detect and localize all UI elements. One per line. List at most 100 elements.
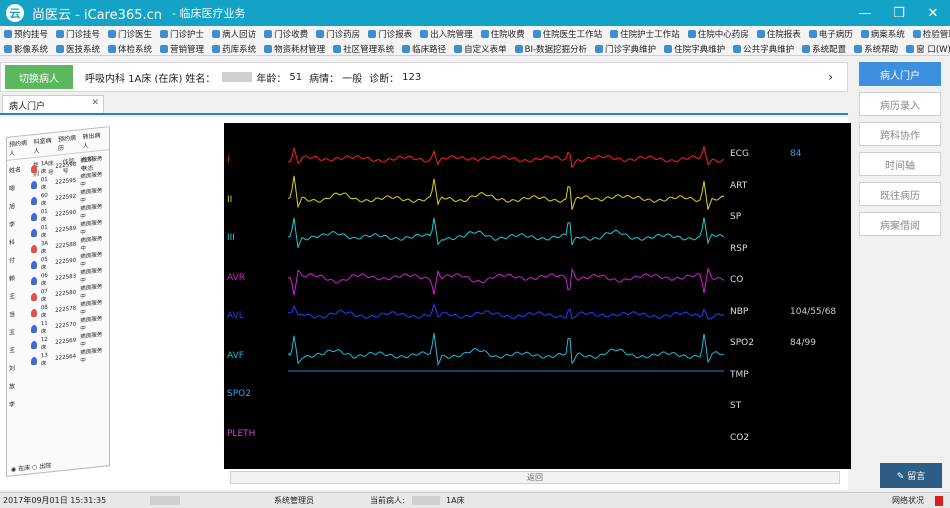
menu-icon [610,29,619,38]
name-cell: 嗯 [9,185,16,193]
menu-label: 营销管理 [170,44,205,55]
menu-item-r1-6[interactable]: 门诊药房 [312,28,364,40]
menu-item-r2-2[interactable]: 体检系统 [104,43,156,55]
status-current-label: 当前病人: [370,496,405,505]
param-value: 84 [790,149,802,159]
panel-footer: ◉ 在床 ○ 出院 [11,462,52,474]
param-label: ST [730,401,742,411]
menu-label: 窗 口(W) [916,44,950,55]
person-icon [31,196,37,206]
menu-item-r2-14[interactable]: 系统帮助 [850,43,902,55]
lead-label: I [227,155,230,165]
menu-item-r1-8[interactable]: 出入院管理 [416,28,477,40]
nav-item-2[interactable]: 跨科协作 [859,122,941,146]
close-icon[interactable]: ✕ [91,98,99,108]
menu-item-r1-11[interactable]: 住院护士工作站 [606,28,684,40]
back-button[interactable]: 返回 [230,471,840,484]
menu-item-r1-10[interactable]: 住院医生工作站 [529,28,607,40]
patient-diag-label: 诊断： [369,73,400,85]
name-cell: 放 [9,383,16,391]
menu-item-r2-4[interactable]: 药库系统 [208,43,260,55]
menu-item-r2-7[interactable]: 临床路径 [398,43,450,55]
menu-item-r2-11[interactable]: 住院字典维护 [660,43,729,55]
nav-item-3[interactable]: 时间轴 [859,152,941,176]
param-label: RSP [730,243,748,254]
cell-bed: 05床 [40,256,48,272]
chevron-right-icon[interactable]: › [828,70,833,84]
menu-item-r2-3[interactable]: 营销管理 [156,43,208,55]
menu-item-r1-0[interactable]: 预约挂号 [0,28,52,40]
close-window-button[interactable]: ✕ [916,6,950,21]
switch-patient-button[interactable]: 切换病人 [5,65,73,89]
menu-item-r2-9[interactable]: BI-数据挖掘分析 [511,43,591,55]
person-icon [31,340,37,350]
menu-item-r1-13[interactable]: 住院报表 [753,28,805,40]
panel-tab[interactable]: 预约病历 [58,132,80,153]
menu-icon [595,44,604,53]
menu-item-r1-15[interactable]: 病案系统 [857,28,909,40]
restore-button[interactable]: ❐ [882,6,916,21]
menu-label: 门诊护士 [170,29,205,40]
nav-item-4[interactable]: 既往病历 [859,182,941,206]
patient-condition-label: 病情： [309,73,340,85]
menu-item-r1-4[interactable]: 病人回访 [208,28,260,40]
menu-item-r2-8[interactable]: 自定义表单 [450,43,511,55]
menu-icon [4,44,12,53]
menu-item-r1-5[interactable]: 门诊收费 [260,28,312,40]
cell-bed: 01床 [40,176,48,192]
menu-item-r2-10[interactable]: 门诊字典维护 [591,43,660,55]
menu-item-r2-0[interactable]: 影像系统 [0,43,52,55]
panel-tab[interactable]: 转出病人 [83,130,105,150]
menu-item-r1-9[interactable]: 住院收费 [477,28,529,40]
menu-icon [212,44,221,53]
tab-strip: 病人门户 ✕ [0,95,848,115]
menu-item-r2-6[interactable]: 社区管理系统 [329,43,398,55]
status-patient-masked [412,496,440,505]
menu-label: 系统帮助 [864,44,899,55]
leave-message-button[interactable]: ✎ 留言 [880,463,942,488]
menu-item-r2-5[interactable]: 物资耗材管理 [260,43,329,55]
cell-no: 222590 [55,209,77,218]
menu-item-r1-14[interactable]: 电子病历 [805,28,857,40]
menu-item-r1-1[interactable]: 门诊挂号 [52,28,104,40]
menu-label: 临床路径 [412,44,447,55]
menu-item-r2-13[interactable]: 系统配置 [798,43,850,55]
patient-age: 51 [289,71,303,83]
cell-bed: 01床 [40,224,48,240]
nav-item-0[interactable]: 病人门户 [859,62,941,86]
menu-item-r2-12[interactable]: 公共字典维护 [729,43,798,55]
minimize-button[interactable]: — [848,6,882,21]
panel-tab[interactable]: 科室病人 [34,135,56,155]
menu-item-r2-15[interactable]: 窗 口(W) [902,43,950,55]
param-label: SP [730,212,742,222]
person-icon [31,212,37,222]
nav-item-5[interactable]: 病案借阅 [859,212,941,236]
lead-label: PLETH [227,429,256,439]
menu-label: 预约挂号 [14,29,49,40]
cell-no: 222583 [55,273,77,282]
menu-item-r1-16[interactable]: 检验管理 [909,28,950,40]
status-current-bed: 1A床 [446,496,465,505]
menu-icon [368,29,377,38]
nav-item-1[interactable]: 病历录入 [859,92,941,116]
menu-label: 住院收费 [490,29,525,40]
status-datetime: 2017年09月01日 15:31:35 [3,496,107,505]
panel-tab[interactable]: 预约病人 [9,137,31,158]
cell-no: 222564 [55,353,77,362]
menu-item-r1-3[interactable]: 门诊护士 [156,28,208,40]
menu-icon [402,44,411,53]
menu-item-r1-2[interactable]: 门诊医生 [104,28,156,40]
menu-icon [56,44,65,53]
menu-icon [532,29,541,38]
param-label: ART [730,180,748,191]
tab-patient-portal[interactable]: 病人门户 ✕ [2,95,104,113]
waveform-trace [287,145,725,169]
param-value: 84/99 [790,338,816,348]
status-network-label: 网络状况 [892,496,924,505]
name-cell: 赖 [9,275,16,283]
name-cell: 李 [9,221,16,229]
menu-item-r2-1[interactable]: 医技系统 [52,43,104,55]
cell-bed: 08床 [40,304,48,320]
menu-item-r1-12[interactable]: 住院中心药房 [684,28,753,40]
menu-item-r1-7[interactable]: 门诊报表 [364,28,416,40]
